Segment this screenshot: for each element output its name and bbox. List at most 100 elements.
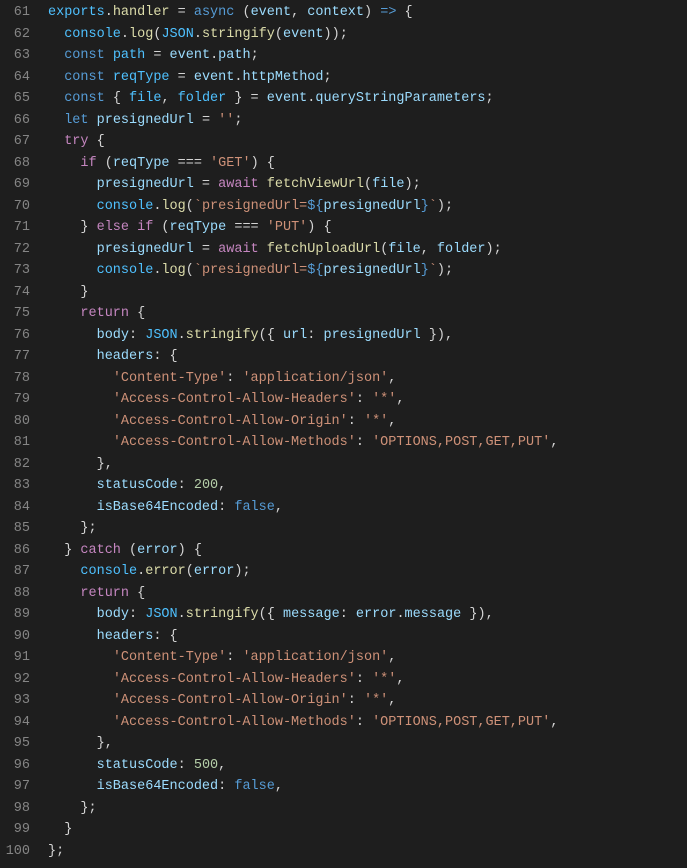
token-def: :	[129, 328, 137, 343]
code-line[interactable]: },	[48, 454, 687, 476]
token-def: =	[170, 5, 194, 20]
token-def: ({	[259, 607, 283, 622]
line-number: 92	[0, 669, 30, 691]
line-number: 74	[0, 282, 30, 304]
code-line[interactable]: 'Access-Control-Allow-Origin': '*',	[48, 690, 687, 712]
token-prop: url	[283, 328, 307, 343]
code-line[interactable]: body: JSON.stringify({ url: presignedUrl…	[48, 325, 687, 347]
code-line[interactable]: statusCode: 200,	[48, 475, 687, 497]
code-line[interactable]: isBase64Encoded: false,	[48, 497, 687, 519]
code-line[interactable]: presignedUrl = await fetchViewUrl(file);	[48, 174, 687, 196]
code-line[interactable]: headers: {	[48, 626, 687, 648]
token-prop: event	[170, 48, 211, 63]
code-line[interactable]: } else if (reqType === 'PUT') {	[48, 217, 687, 239]
token-prop: presignedUrl	[97, 177, 194, 192]
code-line[interactable]: };	[48, 798, 687, 820]
token-def: ,	[275, 500, 283, 515]
token-prop: body	[97, 328, 129, 343]
token-def: :	[348, 414, 356, 429]
code-line[interactable]: 'Content-Type': 'application/json',	[48, 368, 687, 390]
line-number: 73	[0, 260, 30, 282]
code-line[interactable]: console.log(`presignedUrl=${presignedUrl…	[48, 260, 687, 282]
code-line[interactable]: }	[48, 819, 687, 841]
code-line[interactable]: presignedUrl = await fetchUploadUrl(file…	[48, 239, 687, 261]
code-editor[interactable]: 6162636465666768697071727374757677787980…	[0, 0, 687, 862]
code-line[interactable]: 'Access-Control-Allow-Methods': 'OPTIONS…	[48, 432, 687, 454]
code-line[interactable]: return {	[48, 303, 687, 325]
code-line[interactable]: 'Access-Control-Allow-Methods': 'OPTIONS…	[48, 712, 687, 734]
token-def: :	[340, 607, 348, 622]
token-def	[129, 220, 137, 235]
token-prop: presignedUrl	[323, 199, 420, 214]
token-def: ,	[275, 779, 283, 794]
code-line[interactable]: console.error(error);	[48, 561, 687, 583]
code-line[interactable]: let presignedUrl = '';	[48, 110, 687, 132]
token-prop: message	[283, 607, 340, 622]
token-prop: event	[283, 27, 324, 42]
token-prop: file	[388, 242, 420, 257]
token-def: ;	[486, 91, 494, 106]
token-prop: presignedUrl	[97, 113, 194, 128]
token-def	[186, 478, 194, 493]
token-def: (	[97, 156, 113, 171]
line-number: 97	[0, 776, 30, 798]
code-line[interactable]: 'Access-Control-Allow-Origin': '*',	[48, 411, 687, 433]
line-number: 79	[0, 389, 30, 411]
code-line[interactable]: }	[48, 282, 687, 304]
code-line[interactable]: body: JSON.stringify({ message: error.me…	[48, 604, 687, 626]
code-line[interactable]: headers: {	[48, 346, 687, 368]
code-line[interactable]: 'Content-Type': 'application/json',	[48, 647, 687, 669]
code-line[interactable]: 'Access-Control-Allow-Headers': '*',	[48, 389, 687, 411]
token-def: .	[105, 5, 113, 20]
token-def: .	[210, 48, 218, 63]
code-line[interactable]: console.log(JSON.stringify(event));	[48, 24, 687, 46]
token-fn: log	[161, 263, 185, 278]
token-prop: headers	[97, 349, 154, 364]
line-number: 64	[0, 67, 30, 89]
token-tmpl: ${	[307, 263, 323, 278]
code-line[interactable]: },	[48, 733, 687, 755]
token-fn: log	[161, 199, 185, 214]
code-line[interactable]: const reqType = event.httpMethod;	[48, 67, 687, 89]
token-str: '*'	[372, 392, 396, 407]
token-str: 'Access-Control-Allow-Methods'	[113, 715, 356, 730]
code-line[interactable]: return {	[48, 583, 687, 605]
code-line[interactable]: isBase64Encoded: false,	[48, 776, 687, 798]
token-kwblue: const	[64, 48, 105, 63]
code-line[interactable]: if (reqType === 'GET') {	[48, 153, 687, 175]
code-line[interactable]: };	[48, 518, 687, 540]
token-def: ,	[218, 478, 226, 493]
line-number: 100	[0, 841, 30, 863]
token-def	[315, 328, 323, 343]
token-tmpl: }	[421, 263, 429, 278]
code-line[interactable]: exports.handler = async (event, context)…	[48, 2, 687, 24]
token-def: ,	[388, 414, 396, 429]
token-def: .	[178, 607, 186, 622]
token-def	[356, 693, 364, 708]
token-num: 500	[194, 758, 218, 773]
token-prop: presignedUrl	[97, 242, 194, 257]
token-def	[186, 758, 194, 773]
token-var: JSON	[145, 607, 177, 622]
code-line[interactable]: };	[48, 841, 687, 863]
token-def: )	[364, 5, 380, 20]
code-line[interactable]: } catch (error) {	[48, 540, 687, 562]
token-def	[259, 242, 267, 257]
token-str: `presignedUrl=	[194, 263, 307, 278]
token-def: :	[178, 758, 186, 773]
token-def: ) {	[251, 156, 275, 171]
code-line[interactable]: statusCode: 500,	[48, 755, 687, 777]
code-line[interactable]: const { file, folder } = event.queryStri…	[48, 88, 687, 110]
token-str: 'PUT'	[267, 220, 308, 235]
token-kw: try	[64, 134, 88, 149]
token-def	[105, 48, 113, 63]
code-line[interactable]: try {	[48, 131, 687, 153]
token-def: },	[97, 457, 113, 472]
code-line[interactable]: console.log(`presignedUrl=${presignedUrl…	[48, 196, 687, 218]
code-area[interactable]: exports.handler = async (event, context)…	[48, 2, 687, 862]
code-line[interactable]: const path = event.path;	[48, 45, 687, 67]
token-kwblue: false	[234, 779, 275, 794]
token-prop: error	[137, 543, 178, 558]
token-def: {	[396, 5, 412, 20]
code-line[interactable]: 'Access-Control-Allow-Headers': '*',	[48, 669, 687, 691]
